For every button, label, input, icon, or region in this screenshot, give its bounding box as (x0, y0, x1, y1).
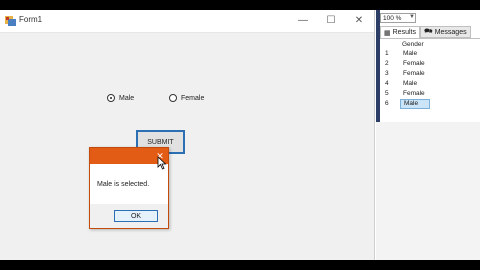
radio-unchecked-icon (169, 94, 177, 102)
cell-gender[interactable]: Female (400, 59, 430, 69)
cell-gender[interactable]: Female (400, 89, 430, 99)
ok-button[interactable]: OK (114, 210, 158, 222)
row-number: 3 (385, 70, 389, 77)
radio-checked-icon (107, 94, 115, 102)
table-row[interactable]: 6 Male (380, 99, 480, 109)
grid-icon: ▦ (384, 29, 391, 37)
form-titlebar: Form1 — ☐ ✕ (0, 10, 374, 33)
radio-female-label: Female (181, 94, 205, 102)
table-row[interactable]: 5 Female (380, 89, 480, 99)
maximize-button[interactable]: ☐ (317, 10, 345, 32)
chevron-down-icon[interactable]: ▼ (409, 14, 415, 20)
table-row[interactable]: 4 Male (380, 79, 480, 89)
row-number: 1 (385, 50, 389, 57)
radio-female[interactable]: Female (169, 94, 204, 102)
app-icon (5, 16, 16, 26)
radio-male[interactable]: Male (107, 94, 134, 102)
message-box-footer: OK (90, 204, 168, 228)
radio-male-label: Male (119, 94, 135, 102)
column-header-gender[interactable]: Gender (402, 41, 424, 48)
row-number: 2 (385, 60, 389, 67)
close-button[interactable]: ✕ (345, 10, 373, 32)
messages-icon: 🗪 (423, 27, 433, 35)
cell-gender[interactable]: Male (400, 49, 430, 59)
results-tabs: ▦ Results 🗪 Messages (380, 26, 480, 38)
table-row[interactable]: 1 Male (380, 49, 480, 59)
cell-gender[interactable]: Male (400, 79, 430, 89)
window-title: Form1 (19, 15, 43, 24)
table-row[interactable]: 3 Female (380, 69, 480, 79)
submit-button-label: SUBMIT (147, 138, 174, 146)
tab-results[interactable]: ▦ Results (380, 26, 420, 38)
tab-messages[interactable]: 🗪 Messages (419, 26, 471, 38)
minimize-button[interactable]: — (289, 10, 317, 32)
tab-messages-label: Messages (434, 28, 467, 36)
cell-gender[interactable]: Female (400, 69, 430, 79)
results-empty-area (376, 122, 480, 260)
cell-gender-selected[interactable]: Male (400, 99, 430, 109)
row-number: 6 (385, 100, 389, 107)
table-row[interactable]: 2 Female (380, 59, 480, 69)
form-window: Form1 — ☐ ✕ (0, 10, 375, 260)
message-text: Male is selected. (97, 181, 150, 188)
row-number: 5 (385, 90, 389, 97)
row-number: 4 (385, 80, 389, 87)
tab-results-label: Results (392, 29, 416, 36)
mouse-cursor-icon (157, 156, 167, 170)
results-grid: Gender 1 Male 2 Female 3 Female 4 Male 5… (380, 38, 480, 123)
ok-button-label: OK (130, 212, 142, 220)
